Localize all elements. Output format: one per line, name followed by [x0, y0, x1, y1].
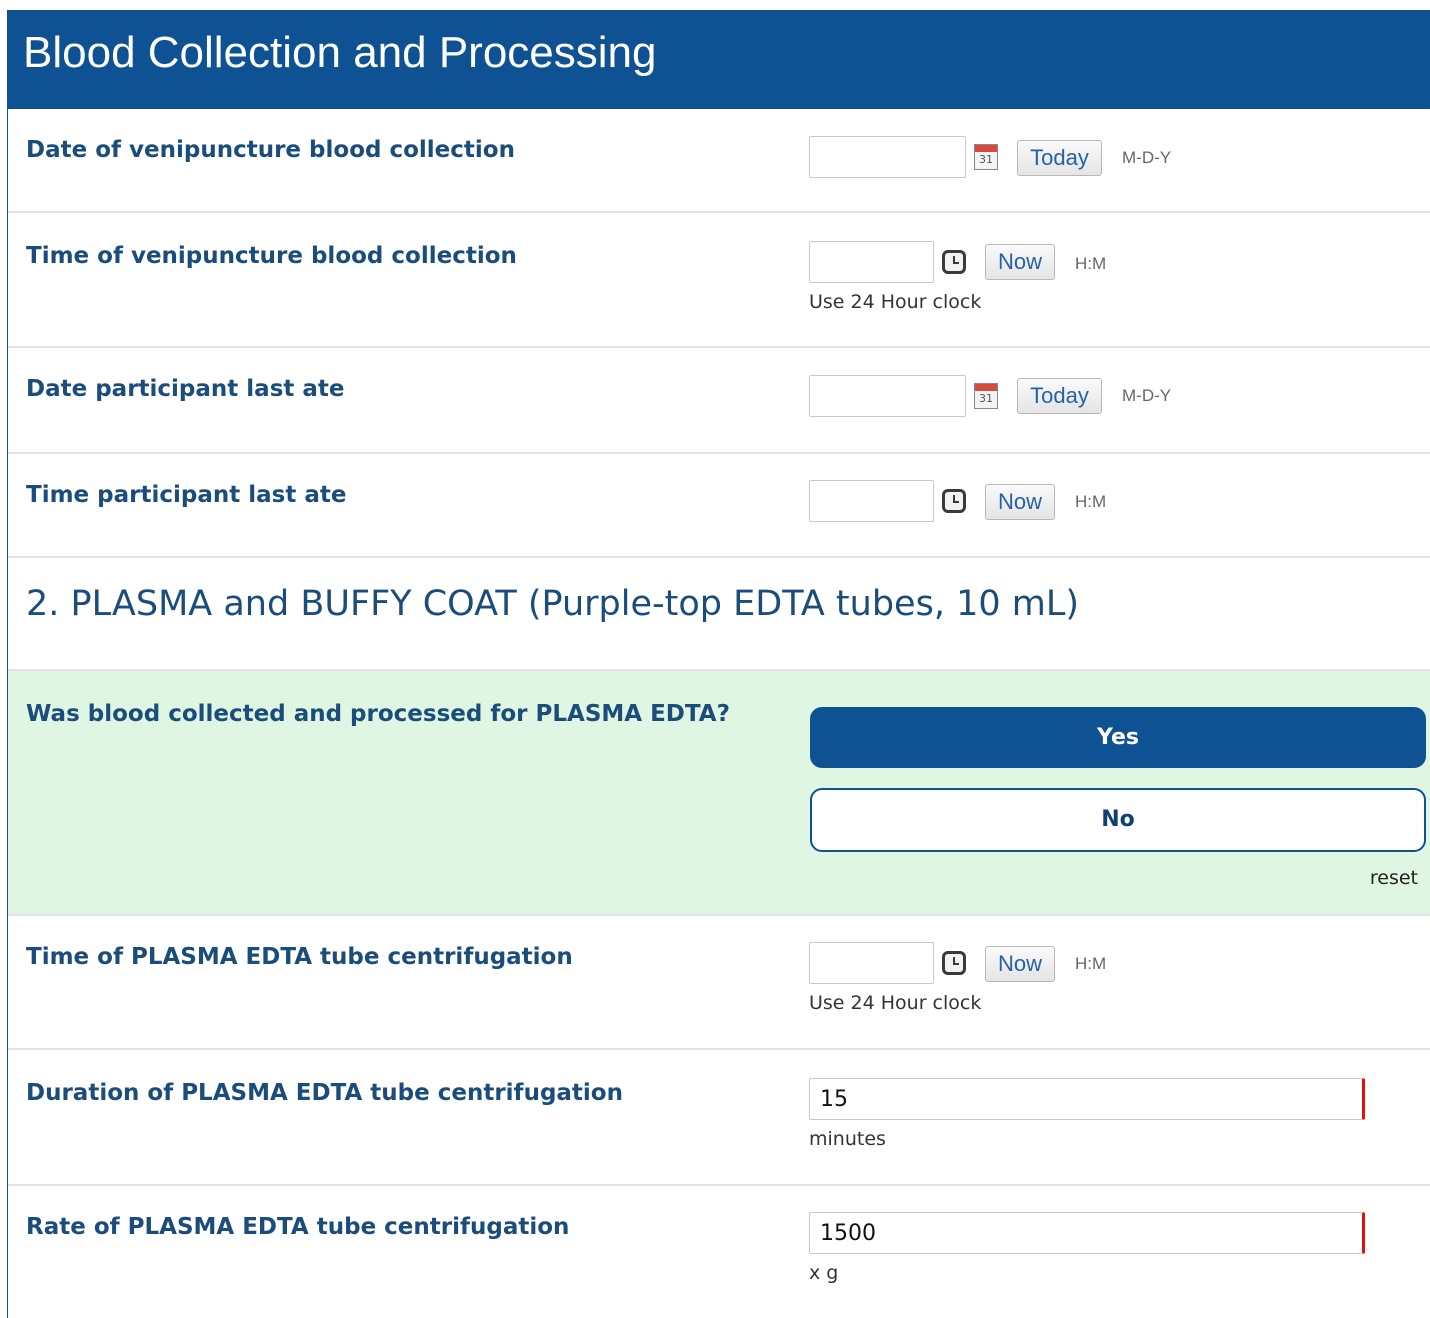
row-plasma-question: Was blood collected and processed for PL… [8, 671, 1430, 916]
date-format-hint: M-D-Y [1122, 386, 1172, 405]
no-option[interactable]: No [810, 788, 1426, 852]
now-button[interactable]: Now [985, 244, 1055, 280]
time-format-hint: H:M [1075, 254, 1107, 273]
now-button[interactable]: Now [985, 946, 1055, 982]
time-format-hint: H:M [1075, 954, 1107, 973]
row-time-centrifugation: Time of PLASMA EDTA tube centrifugation … [8, 916, 1430, 1050]
rate-unit-label: x g [809, 1262, 839, 1284]
rate-centrifugation-input[interactable] [809, 1212, 1365, 1254]
reset-link[interactable]: reset [1370, 867, 1418, 889]
row-date-venipuncture: Date of venipuncture blood collection 31… [8, 109, 1430, 213]
time-last-ate-label: Time participant last ate [26, 482, 347, 508]
row-time-last-ate: Time participant last ate Now H:M [8, 454, 1430, 558]
row-time-venipuncture: Time of venipuncture blood collection No… [8, 213, 1430, 348]
clock-note: Use 24 Hour clock [809, 291, 982, 313]
time-format-hint: H:M [1075, 492, 1107, 511]
calendar-icon[interactable]: 31 [974, 144, 998, 170]
duration-unit-label: minutes [809, 1128, 886, 1150]
duration-centrifugation-label: Duration of PLASMA EDTA tube centrifugat… [26, 1080, 623, 1106]
time-last-ate-input[interactable] [809, 480, 934, 522]
page-title: Blood Collection and Processing [23, 28, 657, 77]
date-last-ate-label: Date participant last ate [26, 376, 345, 402]
row-date-last-ate: Date participant last ate 31 Today M-D-Y [8, 348, 1430, 454]
time-centrifugation-input[interactable] [809, 942, 934, 984]
rate-centrifugation-label: Rate of PLASMA EDTA tube centrifugation [26, 1214, 570, 1240]
date-format-hint: M-D-Y [1122, 148, 1172, 167]
plasma-question-label: Was blood collected and processed for PL… [26, 701, 730, 727]
clock-icon[interactable] [942, 489, 966, 513]
form-header: Blood Collection and Processing [7, 10, 1430, 109]
section-title: 2. PLASMA and BUFFY COAT (Purple-top EDT… [26, 584, 1079, 624]
row-duration-centrifugation: Duration of PLASMA EDTA tube centrifugat… [8, 1050, 1430, 1186]
section-header: 2. PLASMA and BUFFY COAT (Purple-top EDT… [8, 558, 1430, 671]
date-venipuncture-label: Date of venipuncture blood collection [26, 137, 515, 163]
row-rate-centrifugation: Rate of PLASMA EDTA tube centrifugation … [8, 1186, 1430, 1318]
clock-icon[interactable] [942, 951, 966, 975]
yes-option[interactable]: Yes [810, 707, 1426, 768]
today-button[interactable]: Today [1017, 378, 1102, 414]
now-button[interactable]: Now [985, 484, 1055, 520]
clock-icon[interactable] [942, 250, 966, 274]
today-button[interactable]: Today [1017, 140, 1102, 176]
calendar-icon[interactable]: 31 [974, 383, 998, 409]
time-centrifugation-label: Time of PLASMA EDTA tube centrifugation [26, 944, 573, 970]
duration-centrifugation-input[interactable] [809, 1078, 1365, 1120]
time-venipuncture-label: Time of venipuncture blood collection [26, 243, 517, 269]
date-venipuncture-input[interactable] [809, 136, 966, 178]
date-last-ate-input[interactable] [809, 375, 966, 417]
clock-note: Use 24 Hour clock [809, 992, 982, 1014]
time-venipuncture-input[interactable] [809, 241, 934, 283]
